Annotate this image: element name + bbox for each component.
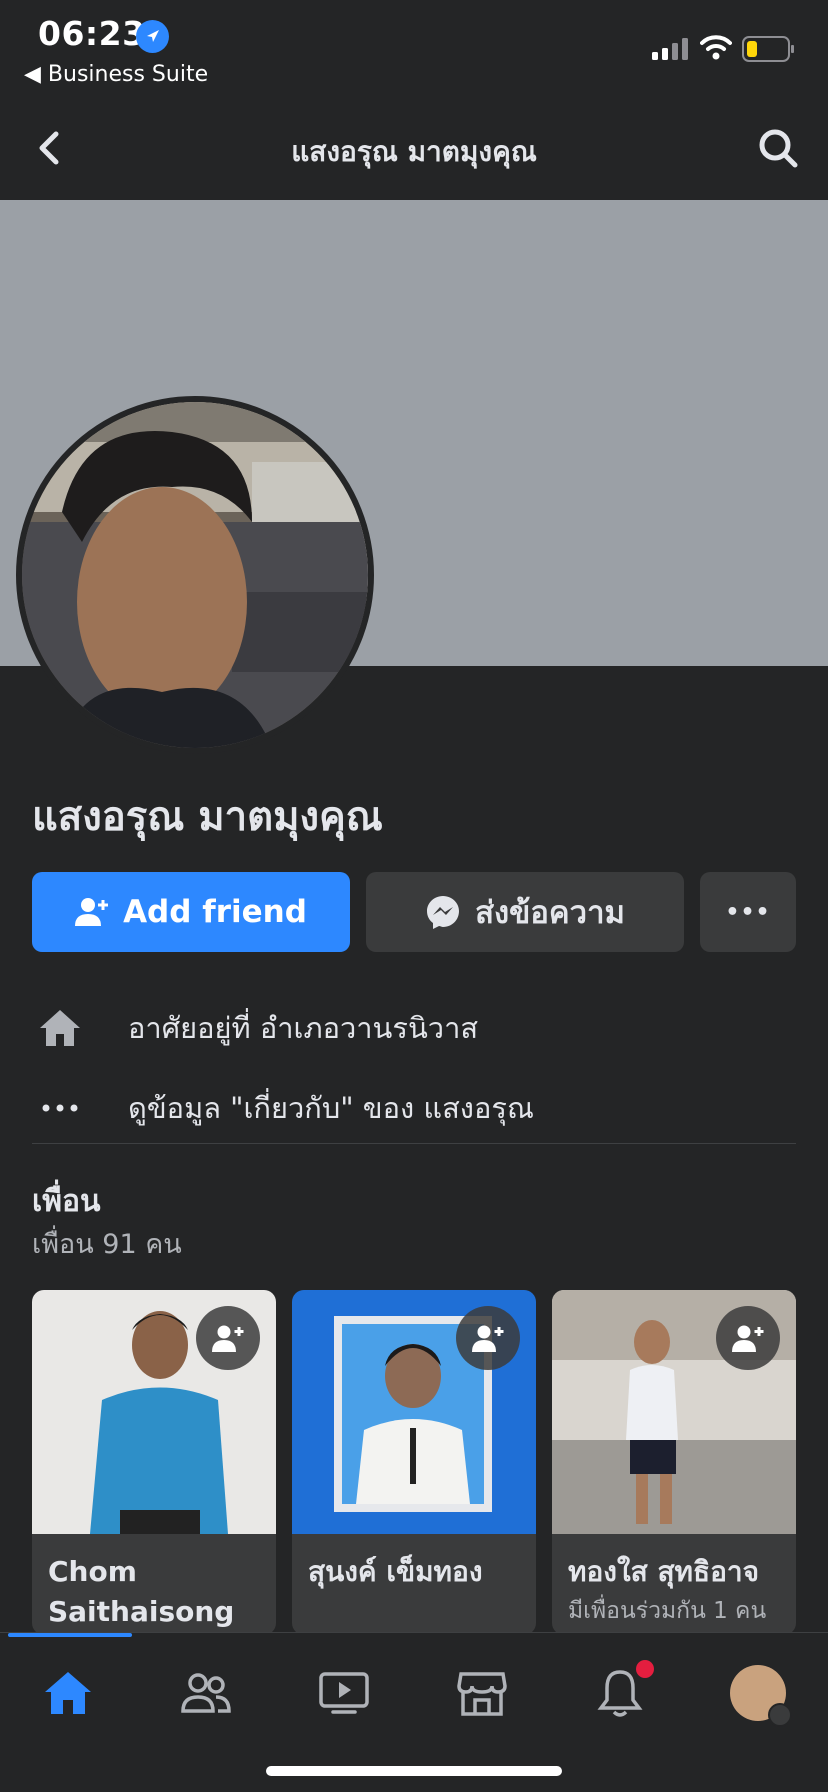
lives-in-text: อาศัยอยู่ที่ อำเภอวานรนิวาส [128, 1011, 479, 1045]
profile-picture[interactable] [16, 396, 374, 754]
add-friend-label: Add friend [123, 894, 307, 930]
location-arrow-icon [136, 20, 169, 53]
notification-badge [636, 1660, 654, 1678]
cellular-signal-icon [652, 38, 688, 60]
home-icon [32, 1008, 88, 1048]
add-person-icon [75, 898, 109, 926]
friend-card[interactable]: Chom Saithaisong [32, 1290, 276, 1635]
ellipsis-icon [32, 1088, 88, 1128]
friend-name: Chom Saithaisong [48, 1555, 235, 1628]
divider [32, 1143, 796, 1144]
friends-count: เพื่อน 91 คน [32, 1229, 182, 1260]
lives-in-row[interactable]: อาศัยอยู่ที่ อำเภอวานรนิวาส [32, 1000, 478, 1056]
add-friend-icon[interactable] [456, 1306, 520, 1370]
battery-icon [742, 36, 794, 62]
back-to-app-link[interactable]: ◀ Business Suite [24, 62, 208, 87]
more-options-label: ••• [725, 899, 771, 925]
navigation-bar: แสงอรุณ มาตมุงคุณ [0, 96, 828, 200]
friend-card[interactable]: ทองใส สุทธิอาจ มีเพื่อนร่วมกัน 1 คน [552, 1290, 796, 1635]
about-info-row[interactable]: ดูข้อมูล "เกี่ยวกับ" ของ แสงอรุณ [32, 1080, 534, 1136]
friend-name: ทองใส สุทธิอาจ [568, 1555, 760, 1588]
add-friend-icon[interactable] [716, 1306, 780, 1370]
friend-name: สุนงค์ เข็มทอง [308, 1555, 483, 1588]
home-icon[interactable] [38, 1663, 98, 1723]
page-title: แสงอรุณ มาตมุงคุณ [291, 135, 537, 168]
friend-card[interactable]: สุนงค์ เข็มทอง [292, 1290, 536, 1635]
search-icon[interactable] [756, 126, 800, 170]
watch-icon[interactable] [314, 1663, 374, 1723]
about-info-text: ดูข้อมูล "เกี่ยวกับ" ของ แสงอรุณ [128, 1091, 534, 1125]
home-indicator [266, 1766, 562, 1776]
profile-name: แสงอรุณ มาตมุงคุณ [32, 794, 383, 840]
message-label: ส่งข้อความ [475, 895, 625, 931]
mutual-friends-text: มีเพื่อนร่วมกัน 1 คน [568, 1598, 767, 1624]
active-tab-indicator [8, 1633, 132, 1637]
profile-menu-icon[interactable] [728, 1663, 792, 1727]
messenger-icon [427, 896, 460, 929]
status-time: 06:23 [38, 14, 146, 53]
wifi-icon [700, 35, 732, 60]
add-friend-button[interactable]: Add friend [32, 872, 350, 952]
friends-icon[interactable] [176, 1663, 236, 1723]
friends-section-title[interactable]: เพื่อน [32, 1178, 101, 1225]
status-bar: 06:23 ◀ Business Suite [0, 0, 828, 96]
add-friend-icon[interactable] [196, 1306, 260, 1370]
more-options-button[interactable]: ••• [700, 872, 796, 952]
marketplace-icon[interactable] [452, 1663, 512, 1723]
menu-icon [768, 1703, 792, 1727]
message-button[interactable]: ส่งข้อความ [366, 872, 684, 952]
